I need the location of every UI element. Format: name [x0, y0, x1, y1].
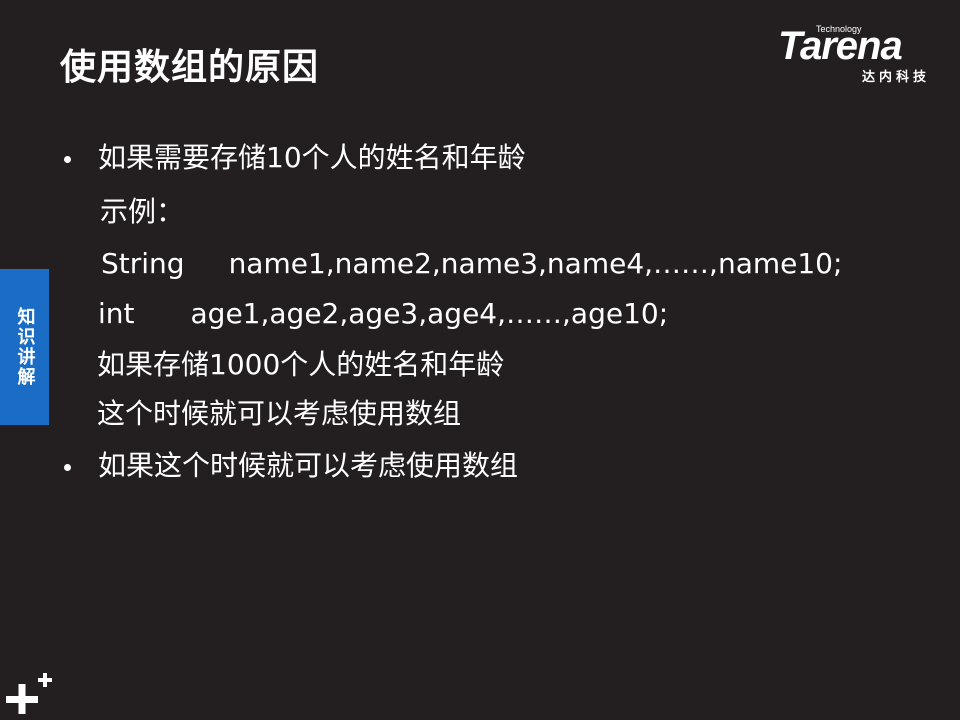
code-line-string: String name1,name2,name3,name4,……,name10; [101, 248, 842, 280]
logo-subtitle: 达内科技 [862, 70, 931, 85]
bullet-2-text: 如果这个时候就可以考虑使用数组 [98, 449, 519, 482]
tarena-logo: Technology Tarena 达内科技 [778, 24, 948, 86]
code-vars-names: name1,name2,name3,name4,……,name10; [228, 247, 843, 280]
code-type-string: String [101, 247, 185, 280]
bullet-dot-icon [64, 464, 71, 471]
side-tab: 知识讲解 [0, 269, 49, 425]
side-tab-label: 知识讲解 [14, 307, 36, 387]
example-label: 示例： [100, 195, 185, 228]
code-vars-ages: age1,age2,age3,age4,……,age10; [190, 297, 669, 330]
code-type-int: int [98, 297, 135, 330]
code-line-int: int age1,age2,age3,age4,……,age10; [98, 298, 668, 330]
bullet-dot-icon [64, 156, 71, 163]
plus-icon [6, 673, 52, 714]
consider-array-line: 这个时候就可以考虑使用数组 [97, 397, 462, 430]
store-1000-line: 如果存储1000个人的姓名和年龄 [97, 348, 505, 381]
bullet-1-text: 如果需要存储10个人的姓名和年龄 [98, 141, 526, 174]
slide-title: 使用数组的原因 [60, 47, 320, 88]
logo-brand-text: Tarena [778, 24, 903, 68]
